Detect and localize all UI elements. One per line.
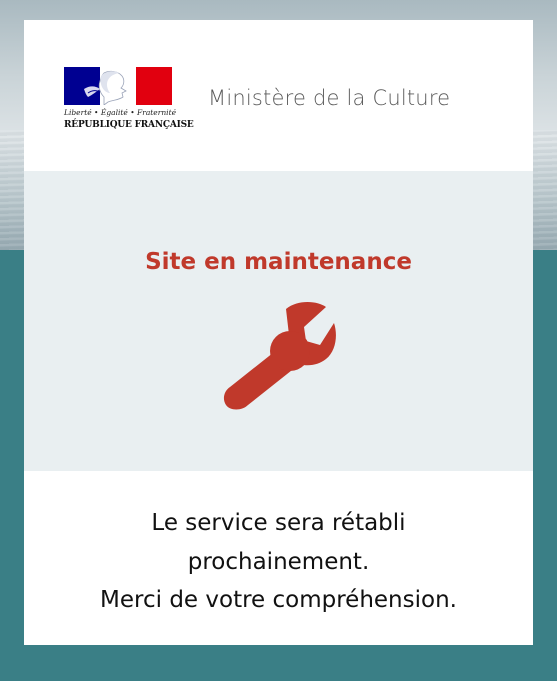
logo-motto: Liberté • Égalité • Fraternité: [64, 108, 177, 117]
service-message: Le service sera rétabli prochainement. M…: [24, 504, 533, 620]
maintenance-title: Site en maintenance: [145, 249, 412, 275]
message-line-2: prochainement.: [187, 548, 370, 575]
republique-francaise-logo: Liberté • Égalité • Fraternité RÉPUBLIQU…: [64, 67, 194, 135]
ministry-name: Ministère de la Culture: [208, 86, 451, 110]
marianne-flag-icon: [64, 67, 172, 105]
message-line-1: Le service sera rétabli: [151, 510, 406, 536]
card-header: Liberté • Égalité • Fraternité RÉPUBLIQU…: [24, 20, 533, 171]
wrench-icon: [223, 302, 336, 410]
message-line-3: Merci de votre compréhension.: [100, 587, 457, 613]
maintenance-panel: Site en maintenance: [24, 171, 533, 471]
logo-republique: RÉPUBLIQUE FRANÇAISE: [64, 120, 194, 130]
maintenance-card: Liberté • Égalité • Fraternité RÉPUBLIQU…: [24, 20, 533, 645]
